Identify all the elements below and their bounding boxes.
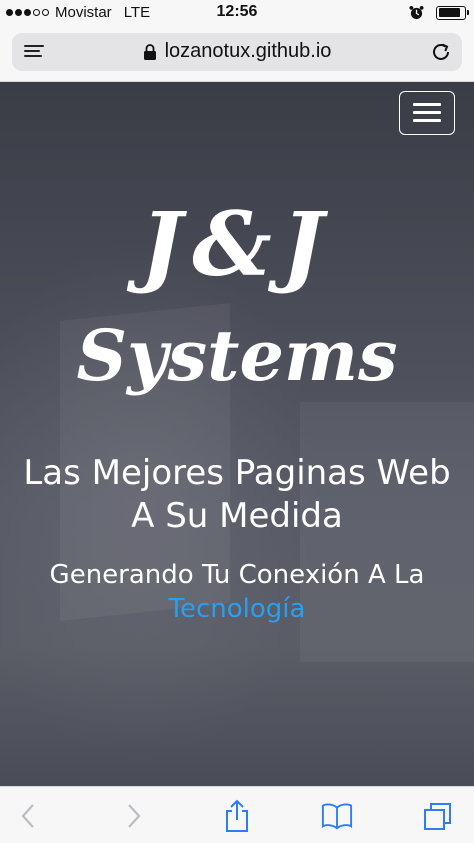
share-icon[interactable] bbox=[221, 799, 253, 833]
tabs-icon[interactable] bbox=[422, 799, 454, 833]
hero-headline: Las Mejores Paginas Web A Su Medida bbox=[0, 452, 474, 538]
brand-logo-line1: J&J bbox=[140, 192, 334, 296]
status-bar: Movistar LTE 12:56 bbox=[0, 0, 474, 26]
back-icon[interactable] bbox=[12, 799, 44, 833]
reload-icon[interactable] bbox=[430, 41, 452, 63]
clock: 12:56 bbox=[216, 3, 258, 20]
hamburger-menu-icon[interactable] bbox=[399, 91, 455, 135]
headline-line2: A Su Medida bbox=[131, 496, 343, 536]
url-field[interactable]: lozanotux.github.io bbox=[12, 33, 462, 71]
lock-icon bbox=[143, 43, 156, 60]
brand-logo-line2: Systems bbox=[76, 314, 398, 397]
tagline-accent: Tecnología bbox=[168, 594, 306, 624]
bookmarks-icon[interactable] bbox=[321, 799, 353, 833]
browser-address-bar: lozanotux.github.io bbox=[0, 26, 474, 82]
browser-toolbar bbox=[0, 786, 474, 843]
battery-icon bbox=[436, 5, 469, 20]
alarm-icon bbox=[409, 5, 424, 20]
url-display[interactable]: lozanotux.github.io bbox=[12, 40, 462, 63]
battery-level bbox=[438, 8, 460, 17]
hero-section: J&J Systems Las Mejores Paginas Web A Su… bbox=[0, 82, 474, 786]
tagline-line1: Generando Tu Conexión A La bbox=[49, 560, 425, 590]
url-text: lozanotux.github.io bbox=[164, 40, 332, 62]
status-right bbox=[409, 5, 469, 20]
headline-line1: Las Mejores Paginas Web bbox=[23, 453, 451, 493]
forward-icon[interactable] bbox=[118, 799, 150, 833]
hero-tagline: Generando Tu Conexión A La Tecnología bbox=[0, 558, 474, 626]
